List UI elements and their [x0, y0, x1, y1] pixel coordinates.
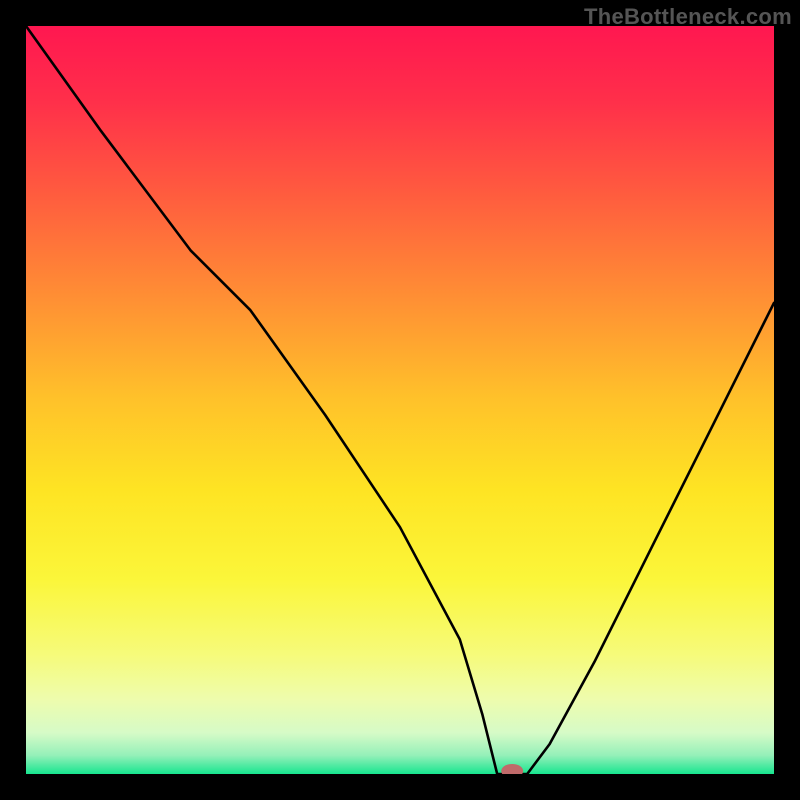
chart-svg [26, 26, 774, 774]
chart-frame: TheBottleneck.com [0, 0, 800, 800]
plot-area [26, 26, 774, 774]
watermark-text: TheBottleneck.com [584, 4, 792, 30]
gradient-background [26, 26, 774, 774]
